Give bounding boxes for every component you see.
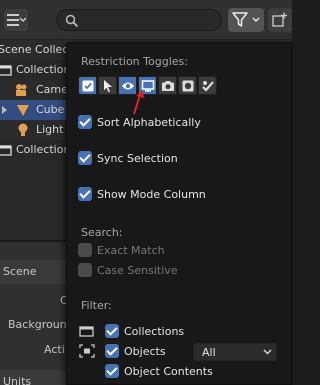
tree-item-label: Collection xyxy=(16,63,71,76)
search-icon xyxy=(65,14,79,28)
toggle-disable-in-renders[interactable] xyxy=(158,76,177,95)
expand-arrow-icon[interactable] xyxy=(0,103,10,117)
search-header: Search: xyxy=(81,226,123,239)
chevron-down-icon xyxy=(252,17,260,22)
objects-label: Objects xyxy=(124,344,166,358)
checkbox-icon xyxy=(82,80,94,92)
filter-popover: Restriction Toggles: Sort Alphabetically… xyxy=(66,42,292,385)
chevron-down-icon xyxy=(263,349,272,355)
sync-selection-label: Sync Selection xyxy=(97,151,178,165)
show-mode-column-checkbox[interactable]: Show Mode Column xyxy=(78,186,206,202)
checkbox[interactable] xyxy=(105,344,119,358)
outliner-view-icon xyxy=(7,14,26,26)
scene-section-label: Scene xyxy=(3,265,37,278)
sort-alphabetically-checkbox[interactable]: Sort Alphabetically xyxy=(78,114,201,130)
restriction-toggles-header: Restriction Toggles: xyxy=(81,55,188,68)
new-collection-icon xyxy=(272,12,287,27)
camera-icon xyxy=(162,81,174,91)
units-section-label: Units xyxy=(3,375,32,385)
checkbox[interactable] xyxy=(105,324,119,338)
show-mode-column-label: Show Mode Column xyxy=(97,187,206,201)
object-filter-icon xyxy=(79,344,95,358)
restriction-toggles xyxy=(78,76,217,95)
toggle-selectable[interactable] xyxy=(98,76,117,95)
collection-icon xyxy=(0,65,12,76)
search-input[interactable] xyxy=(56,9,222,31)
camera-icon xyxy=(16,84,27,96)
filter-button[interactable] xyxy=(228,8,264,32)
monitor-icon xyxy=(141,80,155,92)
toggle-selectable-checkbox[interactable] xyxy=(78,76,97,95)
holdout-icon xyxy=(182,80,194,92)
active-field-label: Acti xyxy=(44,343,65,356)
checkbox[interactable] xyxy=(78,151,92,165)
mesh-icon xyxy=(17,105,29,116)
cursor-icon xyxy=(104,80,112,93)
checkbox[interactable] xyxy=(78,243,92,257)
sort-alphabetically-label: Sort Alphabetically xyxy=(97,115,201,129)
checkbox[interactable] xyxy=(78,115,92,129)
new-collection-button[interactable] xyxy=(268,8,292,32)
indirect-only-icon xyxy=(202,81,214,92)
display-mode-button[interactable] xyxy=(4,9,28,31)
tree-item-label: Cube xyxy=(36,103,65,116)
collections-checkbox[interactable]: Collections xyxy=(105,323,184,339)
collection-icon xyxy=(0,145,12,156)
tree-item-label: Collection xyxy=(16,143,71,156)
tree-item-label: Light xyxy=(36,123,64,136)
object-contents-label: Object Contents xyxy=(124,364,213,378)
checkbox[interactable] xyxy=(78,187,92,201)
light-icon xyxy=(18,123,28,136)
exact-match-checkbox[interactable]: Exact Match xyxy=(78,242,165,258)
sync-selection-checkbox[interactable]: Sync Selection xyxy=(78,150,178,166)
toggle-indirect-only[interactable] xyxy=(198,76,217,95)
eye-icon xyxy=(122,82,134,90)
funnel-icon xyxy=(232,12,248,27)
case-sensitive-label: Case Sensitive xyxy=(97,263,178,277)
objects-filter-dropdown[interactable]: All xyxy=(193,343,277,361)
exact-match-label: Exact Match xyxy=(97,243,165,257)
collection-filter-icon xyxy=(79,326,94,337)
checkbox[interactable] xyxy=(105,364,119,378)
case-sensitive-checkbox[interactable]: Case Sensitive xyxy=(78,262,178,278)
outliner-header xyxy=(0,0,292,40)
filter-header: Filter: xyxy=(81,299,112,312)
toggle-holdout[interactable] xyxy=(178,76,197,95)
toggle-disable-in-viewports[interactable] xyxy=(138,76,157,95)
object-contents-checkbox[interactable]: Object Contents xyxy=(105,363,213,379)
checkbox[interactable] xyxy=(78,263,92,277)
background-field-label: Backgroun xyxy=(8,318,67,331)
collections-label: Collections xyxy=(124,324,185,338)
objects-checkbox[interactable]: Objects xyxy=(105,343,166,359)
toggle-hide-in-viewport[interactable] xyxy=(118,76,137,95)
objects-filter-value: All xyxy=(202,346,216,359)
